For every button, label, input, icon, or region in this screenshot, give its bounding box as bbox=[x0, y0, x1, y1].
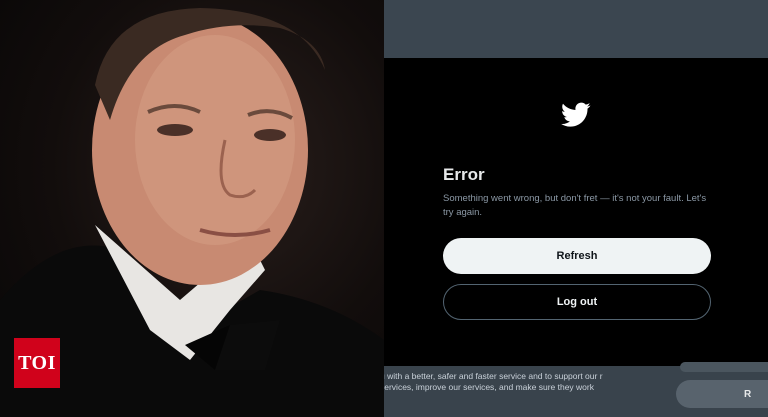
error-message: Something went wrong, but don't fret — i… bbox=[443, 193, 707, 218]
cookie-banner-text: u with a better, safer and faster servic… bbox=[384, 371, 603, 392]
toi-logo-badge: TOI bbox=[14, 338, 60, 388]
cookie-secondary-button[interactable] bbox=[680, 362, 768, 372]
log-out-button[interactable]: Log out bbox=[443, 284, 711, 320]
portrait-photo: TOI bbox=[0, 0, 384, 417]
twitter-bird-icon bbox=[561, 102, 591, 127]
error-title: Error bbox=[443, 165, 485, 184]
cookie-action-button[interactable]: R bbox=[676, 380, 768, 408]
top-backdrop bbox=[384, 0, 768, 58]
error-screen: Error Something went wrong, but don't fr… bbox=[384, 0, 768, 417]
refresh-button[interactable]: Refresh bbox=[443, 238, 711, 274]
